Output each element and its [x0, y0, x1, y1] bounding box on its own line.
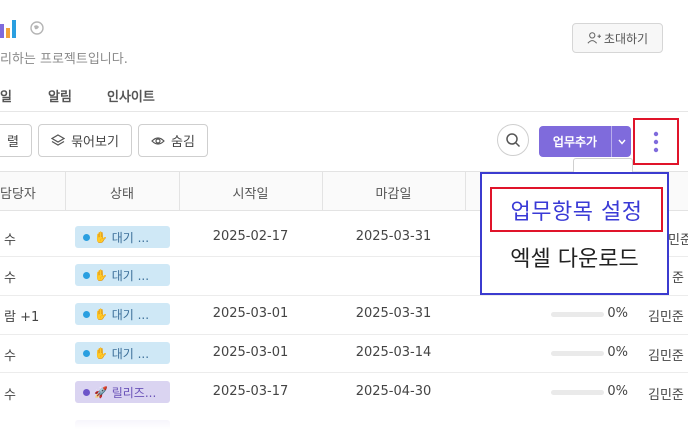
assignee-cell: 수 [4, 388, 16, 403]
owner-cell: 김민준 [648, 388, 684, 403]
add-user-icon [587, 32, 601, 44]
project-description: 리하는 프로젝트입니다. [0, 52, 128, 67]
assignee-cell: 수 [4, 349, 16, 364]
tab-work[interactable]: 일 [0, 86, 12, 105]
tab-divider [0, 111, 688, 112]
status-dot [83, 233, 90, 241]
due-date-cell[interactable]: 2025-03-31 [322, 229, 465, 244]
status-dot [83, 349, 90, 357]
invite-label: 초대하기 [603, 31, 649, 46]
status-badge[interactable]: ✋ 대기 ... [75, 264, 170, 286]
progress-percent: 0% [607, 384, 628, 399]
search-button[interactable] [497, 124, 529, 156]
progress-bar [551, 390, 604, 395]
hand-icon: ✋ [94, 230, 108, 244]
assignee-cell: 수 [4, 233, 16, 248]
hand-icon: ✋ [94, 346, 108, 360]
start-date-cell[interactable]: 2025-02-17 [179, 229, 322, 244]
sort-button[interactable]: 렬 [0, 124, 32, 157]
menu-item-task-settings[interactable]: 업무항목 설정 [490, 187, 663, 232]
row-divider [0, 372, 688, 373]
column-header-status[interactable]: 상태 [65, 183, 179, 202]
layers-icon [51, 133, 66, 146]
progress-percent: 0% [607, 345, 628, 360]
bar-chart-icon [0, 20, 16, 38]
column-header-due[interactable]: 마감일 [322, 183, 465, 202]
start-date-cell[interactable]: 2025-03-17 [179, 384, 322, 399]
due-date-cell[interactable]: 2025-04-30 [322, 384, 465, 399]
hand-icon: ✋ [94, 268, 108, 282]
status-label: 릴리즈... [111, 385, 157, 400]
add-task-label: 업무추가 [552, 135, 598, 149]
sort-label: 렬 [7, 135, 19, 150]
more-vertical-icon [653, 131, 659, 152]
status-badge[interactable]: 🚀 릴리즈... [75, 381, 170, 403]
owner-cell: 김민준 [648, 349, 684, 364]
rocket-icon: 🚀 [94, 385, 108, 399]
eye-icon [151, 136, 165, 145]
hide-button[interactable]: 숨김 [138, 124, 208, 157]
assignee-cell: 람 +1 [4, 310, 40, 325]
status-badge[interactable]: ✋ 대기 ... [75, 303, 170, 325]
tab-alerts[interactable]: 알림 [48, 86, 72, 105]
search-icon [506, 133, 521, 148]
scroll-fade [0, 405, 688, 435]
column-divider[interactable] [465, 172, 466, 210]
assignee-cell: 수 [4, 271, 16, 286]
menu-item-excel-download[interactable]: 엑셀 다운로드 [480, 237, 669, 277]
status-label: 대기 ... [111, 346, 150, 361]
column-header-start[interactable]: 시작일 [179, 183, 322, 202]
status-badge[interactable]: ✋ 대기 ... [75, 226, 170, 248]
owner-cell: 김민준 [648, 310, 684, 325]
status-label: 대기 ... [111, 268, 150, 283]
start-date-cell[interactable]: 2025-03-01 [179, 345, 322, 360]
more-options-button[interactable] [633, 118, 679, 165]
hide-label: 숨김 [171, 135, 195, 150]
row-divider [0, 295, 688, 296]
tab-insights[interactable]: 인사이트 [107, 86, 155, 105]
status-badge[interactable]: ✋ 대기 ... [75, 342, 170, 364]
owner-cell: 준 [672, 271, 684, 286]
hand-icon: ✋ [94, 307, 108, 321]
status-dot [83, 310, 90, 318]
group-label: 묶어보기 [71, 135, 119, 150]
due-date-cell[interactable]: 2025-03-14 [322, 345, 465, 360]
add-task-button[interactable]: 업무추가 [539, 126, 631, 157]
status-dot [83, 271, 90, 279]
progress-bar [551, 312, 604, 317]
status-dot [83, 388, 90, 396]
due-date-cell[interactable]: 2025-03-31 [322, 306, 465, 321]
progress-bar [551, 351, 604, 356]
column-header-assignee[interactable]: 담당자 [0, 183, 65, 202]
chevron-down-icon[interactable] [611, 126, 631, 157]
globe-icon [30, 21, 44, 35]
start-date-cell[interactable]: 2025-03-01 [179, 306, 322, 321]
status-label: 대기 ... [111, 307, 150, 322]
group-button[interactable]: 묶어보기 [38, 124, 132, 157]
status-label: 대기 ... [111, 230, 150, 245]
progress-percent: 0% [607, 306, 628, 321]
row-divider [0, 334, 688, 335]
owner-cell: 민준 [668, 233, 688, 248]
invite-button[interactable]: 초대하기 [572, 23, 663, 53]
